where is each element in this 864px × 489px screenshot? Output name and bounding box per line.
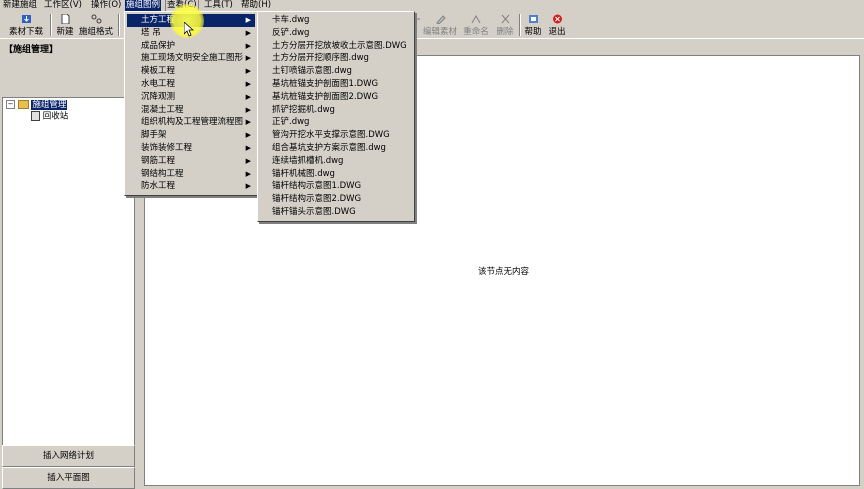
submenu-arrow-icon: ▶ (245, 16, 251, 24)
submenu-arrow-icon: ▶ (245, 118, 251, 127)
submenu-arrow-icon: ▶ (245, 156, 251, 165)
menu-item-steel-structure[interactable]: 钢结构工程 ▶ (127, 168, 255, 181)
tree-node-root[interactable]: − 施组管理 (6, 100, 68, 111)
submenu-item-diaphragm-wall[interactable]: 连续墙抓槽机.dwg (260, 155, 343, 168)
submenu-item-grab-excavator[interactable]: 抓铲挖掘机.dwg (260, 104, 335, 117)
menu-item-product-protection[interactable]: 成品保护 ▶ (127, 40, 255, 53)
material-download-button[interactable]: 素材下载 (6, 12, 46, 38)
help-label: 帮助 (524, 27, 542, 37)
toolbar-separator (50, 14, 52, 36)
menu-item-rebar[interactable]: 钢筋工程 ▶ (127, 155, 255, 168)
plan-format-label: 施组格式 (78, 27, 113, 37)
rename-button[interactable]: 重命名 (460, 12, 492, 38)
submenu-item-anchor-structure-2[interactable]: 锚杆结构示意图2.DWG (260, 193, 361, 206)
rename-icon (471, 14, 480, 24)
exit-label: 退出 (548, 27, 566, 37)
toolbar-separator (519, 14, 521, 36)
help-icon (528, 15, 538, 23)
menu-item-organization[interactable]: 组织机构及工程管理流程图 ▶ (127, 116, 255, 129)
submenu-item-pit-section-1[interactable]: 基坑桩锚支护剖面图1.DWG (260, 78, 378, 91)
menu-item-site-safety[interactable]: 施工现场文明安全施工图形 ▶ (127, 52, 255, 65)
toolbar-separator (118, 14, 120, 36)
submenu-item-backhoe[interactable]: 反铲.dwg (260, 27, 309, 40)
earthwork-submenu: 卡车.dwg 反铲.dwg 土方分层开挖放坡收土示意图.DWG 土方分层开挖顺序… (257, 11, 415, 222)
tree-node-recycle[interactable]: 回收站 (31, 111, 68, 122)
format-icon (91, 14, 101, 24)
menu-operation[interactable]: 操作(O) (90, 0, 122, 11)
exit-button[interactable]: 退出 (546, 12, 568, 38)
new-label: 新建 (56, 27, 74, 37)
delete-icon (501, 14, 509, 24)
plan-tree[interactable]: − 施组管理 回收站 (2, 97, 135, 478)
submenu-arrow-icon: ▶ (245, 169, 251, 178)
rename-label: 重命名 (463, 27, 489, 37)
submenu-item-anchor-structure-1[interactable]: 锚杆结构示意图1.DWG (260, 180, 361, 193)
new-button[interactable]: 新建 (54, 12, 76, 38)
submenu-arrow-icon: ▶ (245, 182, 251, 191)
download-icon (21, 15, 31, 23)
submenu-item-front-shovel[interactable]: 正铲.dwg (260, 116, 309, 129)
empty-message: 该节点无内容 (478, 267, 530, 277)
submenu-item-truck[interactable]: 卡车.dwg (260, 14, 309, 27)
submenu-item-anchor-machine[interactable]: 锚杆机械图.dwg (260, 168, 335, 181)
submenu-arrow-icon: ▶ (245, 28, 251, 37)
folder-icon (17, 100, 29, 109)
submenu-arrow-icon: ▶ (245, 131, 251, 140)
mouse-pointer-icon (184, 22, 194, 37)
menu-bar: 新建施组 工作区(V) 操作(O) 施组图例 查看(C) 工具(T) 帮助(H) (0, 0, 864, 12)
submenu-item-trench-support[interactable]: 管沟开挖水平支撑示意图.DWG (260, 129, 390, 142)
menu-item-decoration[interactable]: 装饰装修工程 ▶ (127, 142, 255, 155)
panel-title: 【施组管理】 (4, 45, 59, 55)
submenu-item-anchor-head[interactable]: 锚杆锚头示意图.DWG (260, 206, 356, 219)
insert-network-plan-button[interactable]: 插入网络计划 (2, 445, 135, 467)
submenu-item-layered-slope[interactable]: 土方分层开挖放坡收土示意图.DWG (260, 40, 407, 53)
plan-format-button[interactable]: 施组格式 (78, 12, 114, 38)
new-file-icon (61, 14, 69, 24)
material-download-label: 素材下载 (8, 27, 43, 37)
left-panel: 【施组管理】 − 施组管理 回收站 插入网络计划 插入平面图 (0, 38, 136, 489)
menu-new-plan[interactable]: 新建施组 (2, 0, 38, 11)
delete-button[interactable]: 删除 (494, 12, 516, 38)
collapse-icon[interactable]: − (6, 100, 15, 109)
submenu-arrow-icon: ▶ (245, 54, 251, 63)
menu-item-concrete[interactable]: 混凝土工程 ▶ (127, 104, 255, 117)
submenu-arrow-icon: ▶ (245, 144, 251, 152)
submenu-arrow-icon: ▶ (245, 80, 251, 88)
menu-item-scaffold[interactable]: 脚手架 ▶ (127, 129, 255, 142)
menu-help[interactable]: 帮助(H) (240, 0, 272, 11)
submenu-item-layered-order[interactable]: 土方分层开挖顺序图.dwg (260, 52, 369, 65)
menu-item-mep[interactable]: 水电工程 ▶ (127, 78, 255, 91)
tree-node-label: 施组管理 (31, 100, 68, 110)
submenu-arrow-icon: ▶ (245, 41, 251, 50)
delete-label: 删除 (496, 27, 514, 37)
submenu-item-pit-section-2[interactable]: 基坑桩锚支护剖面图2.DWG (260, 91, 378, 104)
edit-icon (435, 15, 446, 24)
edit-material-label: 编辑素材 (422, 27, 457, 37)
menu-item-waterproof[interactable]: 防水工程 ▶ (127, 180, 255, 193)
submenu-arrow-icon: ▶ (245, 92, 251, 101)
submenu-arrow-icon: ▶ (245, 105, 251, 114)
legend-menu: 土方工程 ▶ 塔 吊 ▶ 成品保护 ▶ 施工现场文明安全施工图形 ▶ 模板工程 ▶ 水电工… (124, 11, 258, 196)
menu-workspace[interactable]: 工作区(V) (43, 0, 83, 11)
recycle-bin-icon (31, 111, 40, 121)
submenu-item-soil-nail[interactable]: 土钉喷锚示意图.dwg (260, 65, 352, 78)
menu-item-settlement[interactable]: 沉降观测 ▶ (127, 91, 255, 104)
submenu-item-combined-support[interactable]: 组合基坑支护方案示意图.dwg (260, 142, 386, 155)
menu-tools[interactable]: 工具(T) (203, 0, 234, 11)
tree-node-label: 回收站 (42, 111, 69, 122)
exit-icon (552, 14, 562, 24)
help-button[interactable]: 帮助 (522, 12, 544, 38)
menu-item-formwork[interactable]: 模板工程 ▶ (127, 65, 255, 78)
menu-legend[interactable]: 施组图例 (125, 0, 162, 11)
edit-material-button[interactable]: 编辑素材 (422, 12, 458, 38)
submenu-arrow-icon: ▶ (245, 67, 251, 76)
